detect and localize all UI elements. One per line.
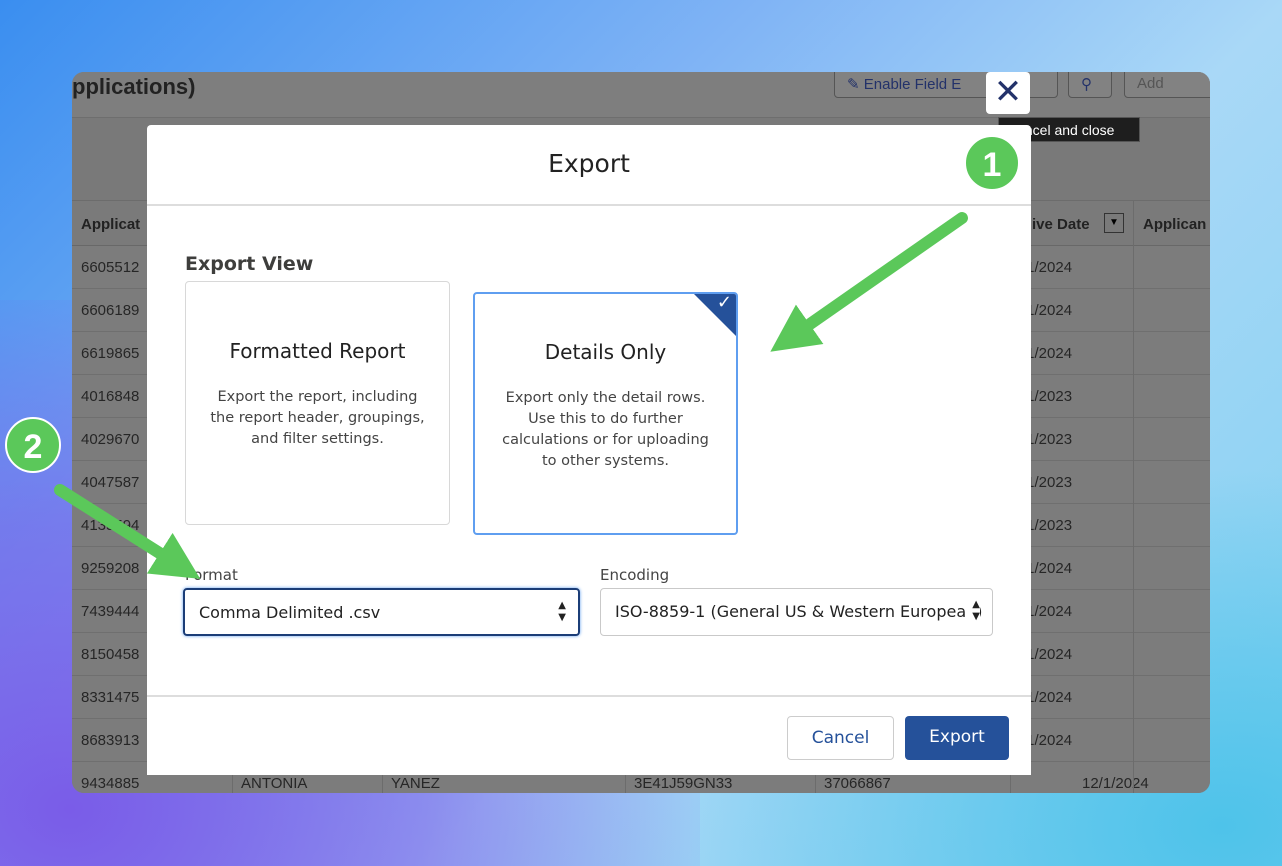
step-badge-2: 2 (5, 417, 61, 473)
arrow-1 (770, 212, 968, 352)
annotation-arrows (54, 212, 968, 579)
step-badge-1: 1 (964, 135, 1020, 191)
arrow-2 (54, 484, 201, 579)
